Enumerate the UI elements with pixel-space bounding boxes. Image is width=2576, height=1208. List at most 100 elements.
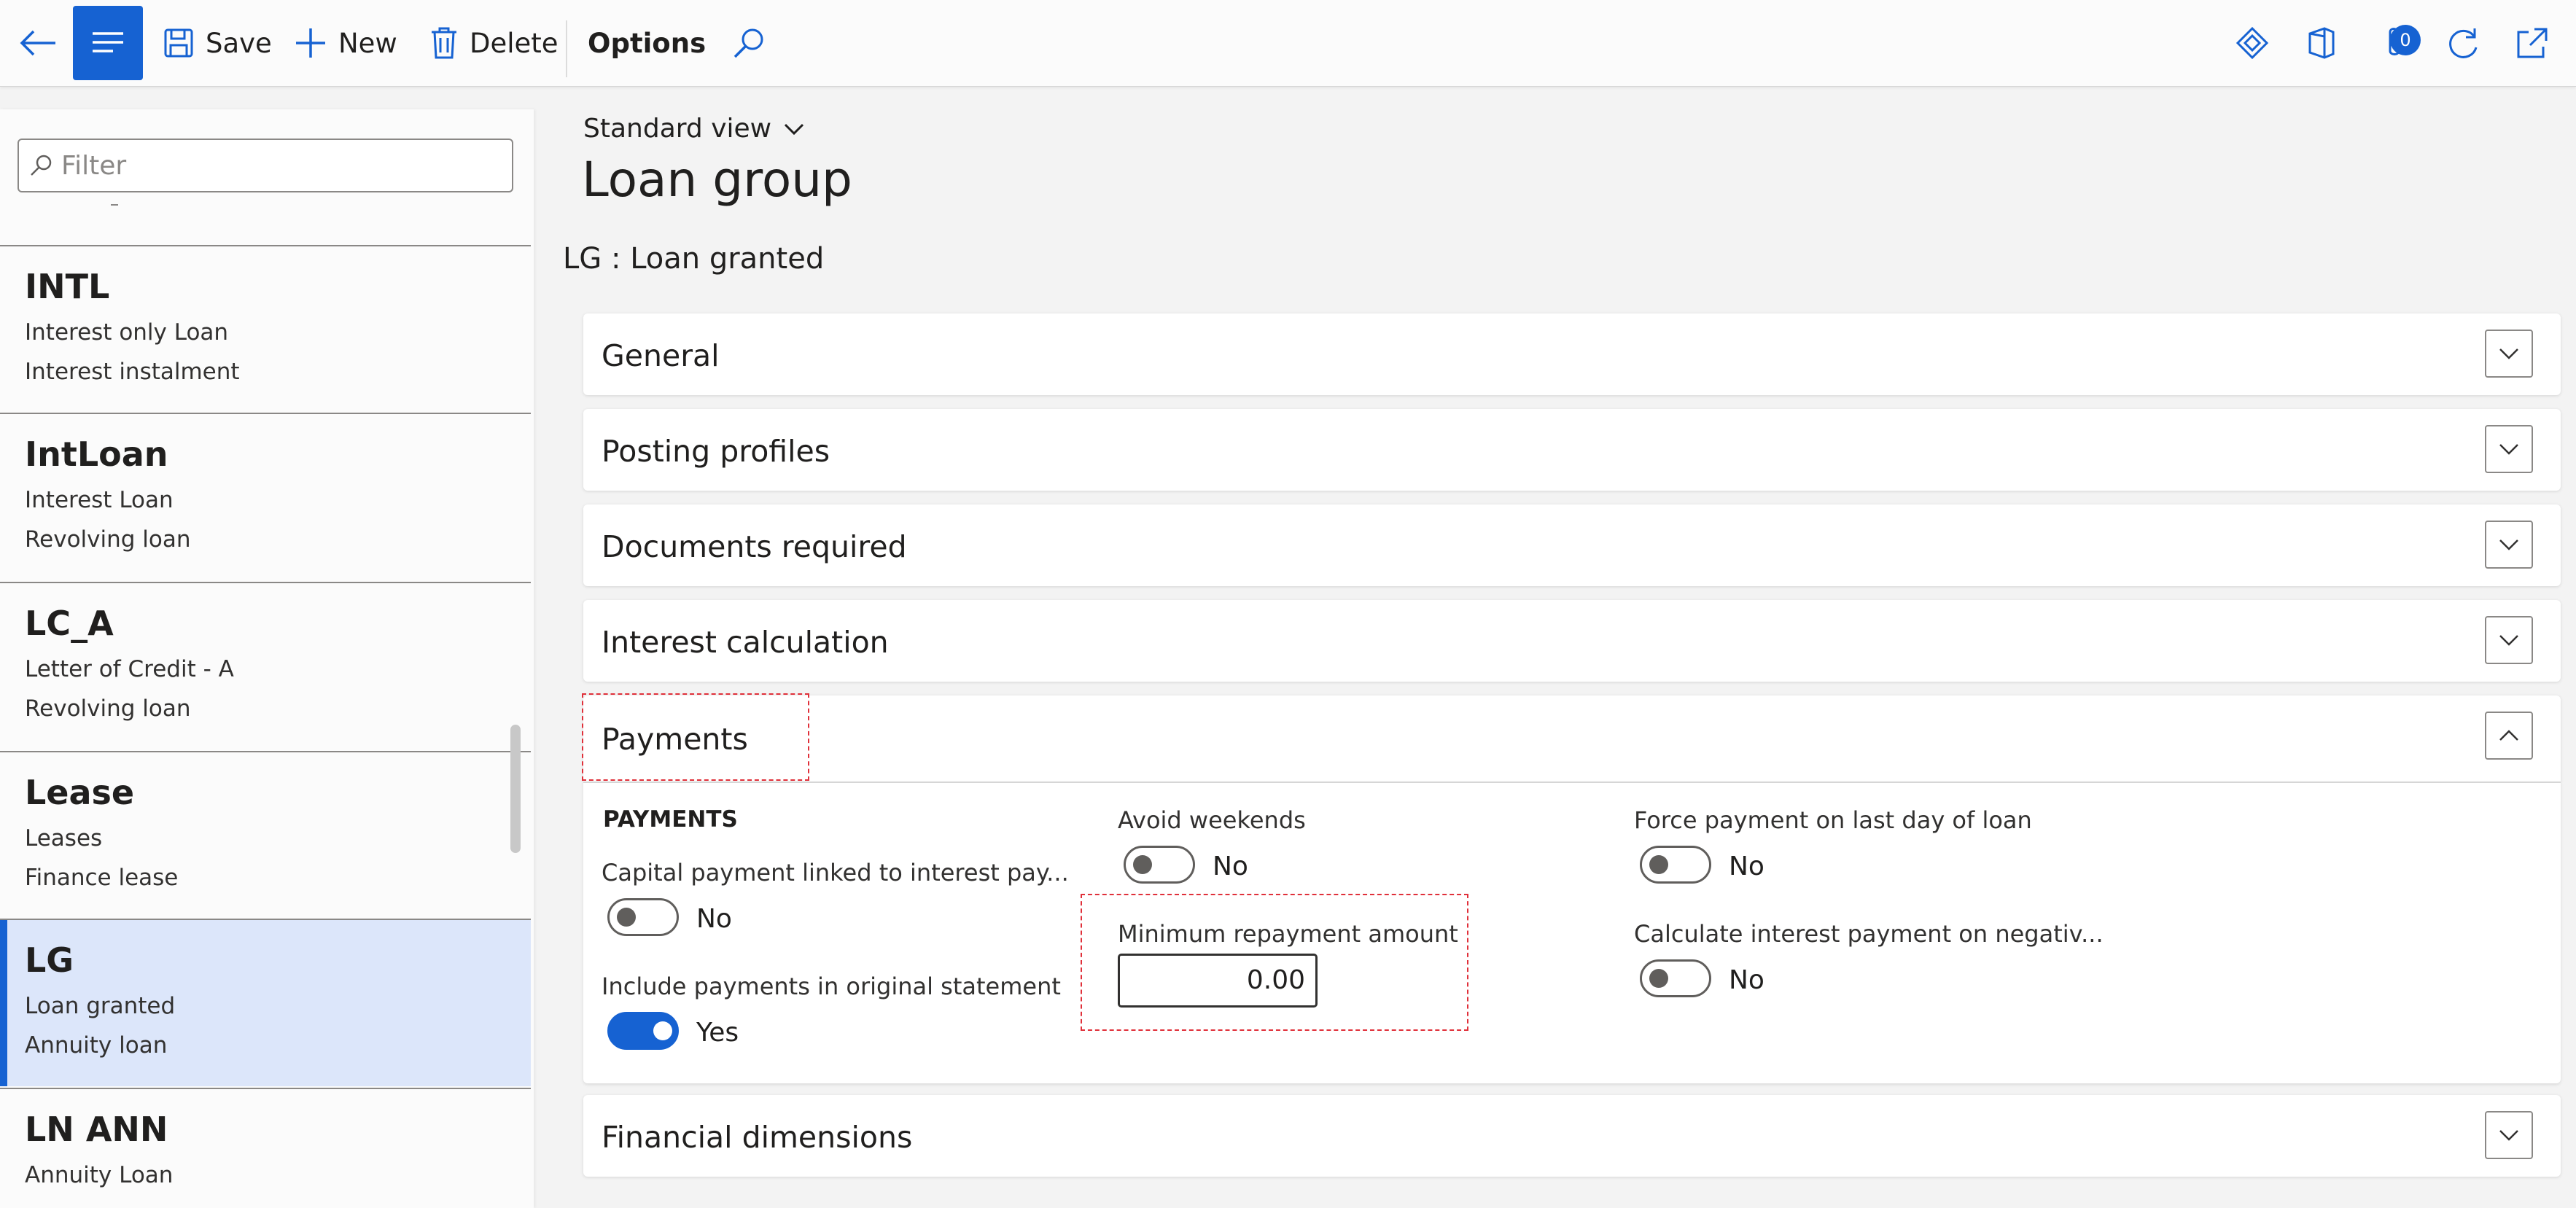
min-repayment-input[interactable]: 0.00	[1118, 954, 1318, 1008]
delete-label: Delete	[470, 27, 559, 59]
office-button[interactable]	[2307, 6, 2336, 80]
new-button[interactable]: New	[295, 6, 397, 80]
save-icon	[164, 28, 193, 58]
back-button[interactable]	[19, 6, 60, 80]
truncated-item-marker	[111, 204, 118, 206]
section-posting-profiles[interactable]: Posting profiles	[583, 409, 2561, 491]
capital-linked-toggle[interactable]	[607, 898, 679, 936]
chevron-down-icon	[2499, 1130, 2518, 1141]
list-item[interactable]: LN ANN Annuity Loan	[0, 1088, 531, 1208]
section-interest-calculation[interactable]: Interest calculation	[583, 600, 2561, 682]
back-arrow-icon	[20, 30, 55, 56]
list-item-description: Interest only Loan	[25, 319, 229, 346]
list-item-id: Lease	[25, 773, 135, 812]
page-title: Loan group	[582, 152, 852, 208]
chevron-up-icon	[2499, 730, 2518, 741]
search-icon	[31, 155, 52, 176]
section-documents-required[interactable]: Documents required	[583, 504, 2561, 586]
list-item-id: LC_A	[25, 604, 114, 643]
plus-icon	[296, 28, 325, 58]
capital-linked-value: No	[696, 904, 732, 934]
collapse-button[interactable]	[2485, 712, 2533, 760]
menu-lines-icon	[93, 32, 123, 52]
section-payments[interactable]: Payments	[583, 695, 2561, 782]
section-title: General	[602, 338, 720, 373]
min-repayment-label: Minimum repayment amount	[1118, 920, 1458, 948]
list-item-description: Interest Loan	[25, 487, 174, 513]
calc-interest-negative-toggle[interactable]	[1640, 959, 1711, 997]
list-item-id: LN ANN	[25, 1110, 168, 1149]
include-original-label: Include payments in original statement	[602, 973, 1061, 1000]
view-selector[interactable]: Standard view	[583, 114, 805, 144]
section-title: Documents required	[602, 529, 907, 564]
list-item-type: Annuity loan	[25, 1032, 168, 1059]
expand-button[interactable]	[2485, 616, 2533, 664]
chevron-down-icon	[2499, 635, 2518, 646]
expand-button[interactable]	[2485, 330, 2533, 378]
list-item-selected[interactable]: LG Loan granted Annuity loan	[0, 919, 531, 1086]
payments-highlight-box	[582, 693, 809, 781]
section-title: Financial dimensions	[602, 1120, 913, 1155]
avoid-weekends-toggle[interactable]	[1124, 846, 1195, 884]
new-label: New	[338, 27, 397, 59]
force-last-day-label: Force payment on last day of loan	[1634, 806, 2032, 834]
action-pane: Save New Delete Options 0	[0, 0, 2576, 87]
list-item-id: INTL	[25, 267, 110, 306]
list-item-type: Revolving loan	[25, 695, 191, 722]
list-item[interactable]: Lease Leases Finance lease	[0, 751, 531, 919]
toggle-knob	[1133, 855, 1152, 874]
expand-button[interactable]	[2485, 425, 2533, 473]
avoid-weekends-value: No	[1213, 852, 1248, 881]
calc-interest-negative-label: Calculate interest payment on negativ...	[1634, 920, 2104, 948]
list-item-id: IntLoan	[25, 435, 168, 474]
include-original-toggle[interactable]	[607, 1012, 679, 1050]
refresh-button[interactable]	[2445, 6, 2480, 80]
filter-input[interactable]: Filter	[17, 139, 513, 192]
section-general[interactable]: General	[583, 313, 2561, 395]
chevron-down-icon	[2499, 444, 2518, 455]
search-button[interactable]	[732, 6, 766, 80]
list-item[interactable]: IntLoan Interest Loan Revolving loan	[0, 413, 531, 580]
section-financial-dimensions[interactable]: Financial dimensions	[583, 1095, 2561, 1177]
list-item-id: LG	[25, 940, 74, 980]
list-item-type: Revolving loan	[25, 526, 191, 553]
open-new-window-button[interactable]	[2515, 6, 2549, 80]
list-item-description: Leases	[25, 825, 103, 852]
section-title: Interest calculation	[602, 625, 889, 660]
payments-panel	[583, 782, 2561, 1083]
section-title: Posting profiles	[602, 434, 830, 469]
list-item[interactable]: INTL Interest only Loan Interest instalm…	[0, 245, 531, 413]
force-last-day-value: No	[1729, 852, 1764, 881]
toggle-knob	[1649, 855, 1668, 874]
navigation-menu-button[interactable]	[73, 6, 143, 80]
filter-placeholder: Filter	[61, 150, 127, 181]
list-item-description: Loan granted	[25, 993, 176, 1019]
force-last-day-toggle[interactable]	[1640, 846, 1711, 884]
chevron-down-icon	[2499, 539, 2518, 550]
search-icon	[734, 28, 763, 58]
chevron-down-icon	[2499, 348, 2518, 359]
capital-linked-label: Capital payment linked to interest pay..…	[602, 859, 1069, 886]
list-item[interactable]: LC_A Letter of Credit - A Revolving loan	[0, 582, 531, 749]
refresh-icon	[2449, 28, 2478, 58]
list-item-description: Annuity Loan	[25, 1162, 174, 1188]
record-list-panel: Filter INTL Interest only Loan Interest …	[0, 109, 534, 1208]
expand-button[interactable]	[2485, 521, 2533, 569]
toggle-knob	[1649, 969, 1668, 988]
payments-group-label: PAYMENTS	[603, 806, 738, 833]
diamond-icon	[2235, 26, 2269, 60]
trash-icon	[432, 27, 456, 59]
list-scrollbar[interactable]	[510, 725, 521, 853]
include-original-value: Yes	[696, 1018, 739, 1048]
delete-button[interactable]: Delete	[430, 6, 559, 80]
pop-out-icon	[2517, 28, 2548, 58]
avoid-weekends-label: Avoid weekends	[1118, 806, 1306, 834]
office-icon	[2308, 27, 2335, 59]
list-item-type: Interest instalment	[25, 359, 240, 385]
view-selector-label: Standard view	[583, 114, 772, 144]
save-button[interactable]: Save	[163, 6, 272, 80]
options-tab[interactable]: Options	[588, 6, 706, 80]
expand-button[interactable]	[2485, 1111, 2533, 1159]
power-apps-button[interactable]	[2235, 6, 2269, 80]
attachments-count-badge: 0	[2390, 25, 2421, 55]
